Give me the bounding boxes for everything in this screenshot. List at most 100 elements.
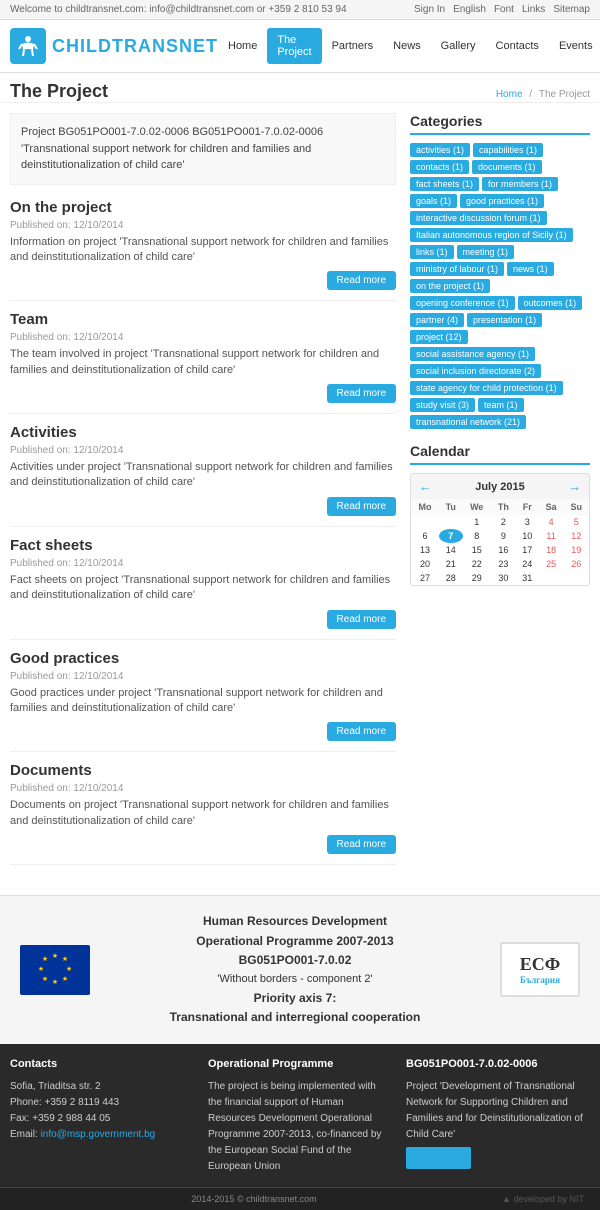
- calendar-day[interactable]: 20: [411, 557, 439, 571]
- calendar-day[interactable]: 18: [539, 543, 564, 557]
- cat-tag-16[interactable]: outcomes (1): [518, 296, 583, 310]
- calendar-day[interactable]: 12: [563, 529, 589, 543]
- footer-copyright: 2014-2015 © childtransnet.com ▲ develope…: [0, 1187, 600, 1210]
- sitemap-link[interactable]: Sitemap: [553, 4, 590, 15]
- read-more-btn-2[interactable]: Read more: [327, 497, 396, 516]
- nav-news[interactable]: News: [383, 34, 431, 58]
- calendar-day[interactable]: 19: [563, 543, 589, 557]
- cat-tag-23[interactable]: study visit (3): [410, 398, 475, 412]
- cat-tag-10[interactable]: links (1): [410, 245, 454, 259]
- calendar-week-row: 13141516171819: [411, 543, 589, 557]
- calendar-day[interactable]: 1: [463, 515, 492, 529]
- cat-tag-19[interactable]: project (12): [410, 330, 468, 344]
- cat-tag-3[interactable]: documents (1): [472, 160, 542, 174]
- sign-in-link[interactable]: Sign In: [414, 4, 445, 15]
- calendar-day[interactable]: 28: [439, 571, 463, 585]
- calendar-week-row: 20212223242526: [411, 557, 589, 571]
- read-more-btn-1[interactable]: Read more: [327, 384, 396, 403]
- cat-tag-25[interactable]: transnational network (21): [410, 415, 526, 429]
- font-link[interactable]: Font: [494, 4, 514, 15]
- cat-tag-7[interactable]: good practices (1): [460, 194, 544, 208]
- cat-tag-20[interactable]: social assistance agency (1): [410, 347, 535, 361]
- calendar-day[interactable]: 4: [539, 515, 564, 529]
- cat-tag-17[interactable]: partner (4): [410, 313, 464, 327]
- calendar-day[interactable]: 8: [463, 529, 492, 543]
- nav-home[interactable]: Home: [218, 34, 267, 58]
- nav-gallery[interactable]: Gallery: [431, 34, 486, 58]
- cat-tag-14[interactable]: on the project (1): [410, 279, 490, 293]
- calendar-day[interactable]: 15: [463, 543, 492, 557]
- calendar-day[interactable]: 30: [491, 571, 516, 585]
- calendar-day[interactable]: 27: [411, 571, 439, 585]
- promo-line1: Human Resources Development: [203, 914, 387, 928]
- logo[interactable]: CHILDTRANSNET: [10, 28, 218, 64]
- sidebar: Categories activities (1)capabilities (1…: [410, 113, 590, 875]
- footer-email-link[interactable]: info@msp.government.bg: [41, 1129, 156, 1140]
- category-tags: activities (1)capabilities (1) contacts (…: [410, 143, 590, 429]
- calendar-day[interactable]: 2: [491, 515, 516, 529]
- read-more-btn-0[interactable]: Read more: [327, 271, 396, 290]
- footer-col-contacts: Contacts Sofia, Triaditsa str. 2 Phone: …: [10, 1056, 194, 1176]
- calendar-day[interactable]: 17: [516, 543, 539, 557]
- calendar-day[interactable]: 26: [563, 557, 589, 571]
- calendar-day[interactable]: 3: [516, 515, 539, 529]
- read-more-btn-4[interactable]: Read more: [327, 722, 396, 741]
- calendar-day[interactable]: 10: [516, 529, 539, 543]
- calendar-day[interactable]: 16: [491, 543, 516, 557]
- cat-tag-4[interactable]: fact sheets (1): [410, 177, 479, 191]
- cat-tag-18[interactable]: presentation (1): [467, 313, 542, 327]
- svg-text:★: ★: [62, 975, 68, 983]
- cat-tag-8[interactable]: interactive discussion forum (1): [410, 211, 547, 225]
- calendar-day[interactable]: 9: [491, 529, 516, 543]
- cat-tag-12[interactable]: ministry of labour (1): [410, 262, 504, 276]
- read-more-btn-5[interactable]: Read more: [327, 835, 396, 854]
- calendar-next[interactable]: →: [568, 479, 581, 494]
- calendar-day[interactable]: 23: [491, 557, 516, 571]
- cat-tag-1[interactable]: capabilities (1): [473, 143, 543, 157]
- cat-tag-5[interactable]: for members (1): [482, 177, 558, 191]
- cal-day-header: Su: [563, 499, 589, 515]
- read-more-btn-3[interactable]: Read more: [327, 610, 396, 629]
- svg-text:★: ★: [66, 965, 72, 973]
- cat-tag-9[interactable]: Italian autonomous region of Sicily (1): [410, 228, 573, 242]
- nav-partners[interactable]: Partners: [322, 34, 384, 58]
- calendar-prev[interactable]: ←: [419, 479, 432, 494]
- calendar-day[interactable]: 29: [463, 571, 492, 585]
- svg-text:★: ★: [52, 978, 58, 986]
- calendar-day[interactable]: 14: [439, 543, 463, 557]
- article-meta-2: Published on: 12/10/2014: [10, 445, 396, 456]
- calendar-day[interactable]: 6: [411, 529, 439, 543]
- calendar-day[interactable]: 24: [516, 557, 539, 571]
- header: CHILDTRANSNET Home The Project Partners …: [0, 20, 600, 73]
- cat-tag-0[interactable]: activities (1): [410, 143, 470, 157]
- article-body-1: The team involved in project 'Transnatio…: [10, 347, 396, 378]
- language-selector[interactable]: English: [453, 4, 486, 15]
- calendar-day[interactable]: 11: [539, 529, 564, 543]
- links-link[interactable]: Links: [522, 4, 545, 15]
- calendar-day[interactable]: 25: [539, 557, 564, 571]
- calendar-day[interactable]: 21: [439, 557, 463, 571]
- calendar-day[interactable]: 31: [516, 571, 539, 585]
- cat-tag-2[interactable]: contacts (1): [410, 160, 469, 174]
- article-2: Activities Published on: 12/10/2014 Acti…: [10, 424, 396, 527]
- breadcrumb-home[interactable]: Home: [496, 89, 523, 100]
- nav-events[interactable]: Events: [549, 34, 600, 58]
- calendar-day[interactable]: 5: [563, 515, 589, 529]
- cat-tag-24[interactable]: team (1): [478, 398, 524, 412]
- cat-tag-21[interactable]: social inclusion directorate (2): [410, 364, 541, 378]
- cat-tag-15[interactable]: opening conference (1): [410, 296, 515, 310]
- nav-contacts[interactable]: Contacts: [486, 34, 549, 58]
- cal-day-header: Fr: [516, 499, 539, 515]
- svg-text:★: ★: [42, 975, 48, 983]
- calendar-day[interactable]: 7: [439, 529, 463, 543]
- calendar-day[interactable]: 13: [411, 543, 439, 557]
- cat-tag-6[interactable]: goals (1): [410, 194, 457, 208]
- main-nav: Home The Project Partners News Gallery C…: [218, 28, 600, 64]
- calendar-week-row: 6789101112: [411, 529, 589, 543]
- cat-tag-13[interactable]: news (1): [507, 262, 554, 276]
- cat-tag-22[interactable]: state agency for child protection (1): [410, 381, 563, 395]
- cat-tag-11[interactable]: meeting (1): [457, 245, 515, 259]
- calendar-day[interactable]: 22: [463, 557, 492, 571]
- footer-read-more-button[interactable]: Read more: [406, 1147, 471, 1169]
- nav-the-project[interactable]: The Project: [267, 28, 321, 64]
